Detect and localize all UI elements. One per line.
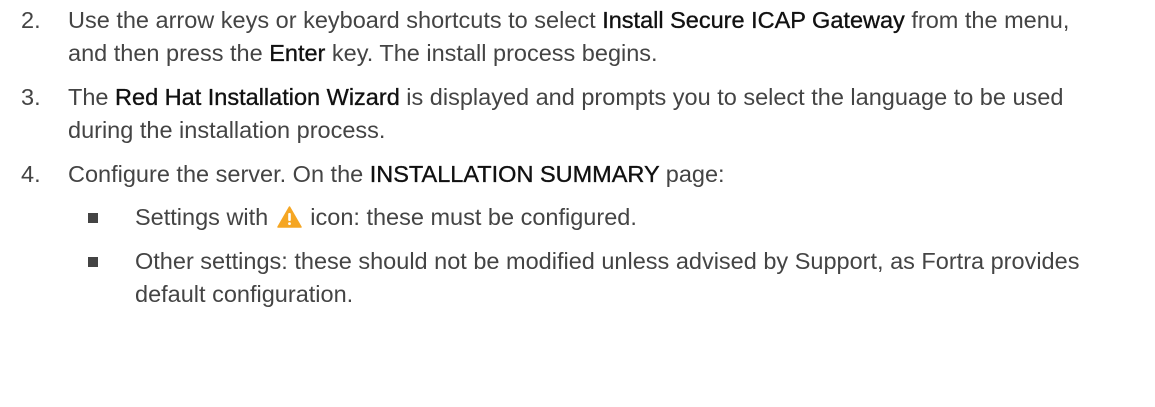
- page-name: INSTALLATION SUMMARY: [369, 161, 660, 187]
- step-number: 4.: [21, 161, 41, 187]
- bullet-item-other-settings: Other settings: these should not be modi…: [88, 245, 1115, 311]
- step-number: 3.: [21, 84, 41, 110]
- text-run: The: [68, 84, 116, 110]
- bullet-item-warning-settings: Settings with icon: these must be config…: [88, 201, 1115, 234]
- square-bullet-icon: [88, 213, 98, 223]
- step-3: 3. The Red Hat Installation Wizard is di…: [21, 81, 1108, 147]
- warning-icon: [277, 206, 302, 228]
- step-text: Use the arrow keys or keyboard shortcuts…: [68, 7, 1069, 66]
- sub-bullet-list: Settings with icon: these must be config…: [68, 201, 1108, 311]
- text-run: key. The install process begins.: [325, 40, 658, 66]
- text-run: icon: these must be configured.: [303, 204, 637, 230]
- text-run: Configure the server. On the: [68, 161, 370, 187]
- text-run: page:: [659, 161, 725, 187]
- step-number: 2.: [21, 7, 41, 33]
- text-run: Use the arrow keys or keyboard shortcuts…: [68, 7, 603, 33]
- steps-list: 2. Use the arrow keys or keyboard shortc…: [0, 4, 1155, 311]
- step-4: 4. Configure the server. On the INSTALLA…: [21, 158, 1108, 311]
- document-body: 2. Use the arrow keys or keyboard shortc…: [0, 0, 1155, 311]
- text-run: Settings with: [135, 204, 275, 230]
- wizard-name: Red Hat Installation Wizard: [115, 84, 400, 110]
- menu-option-name: Install Secure ICAP Gateway: [602, 7, 905, 33]
- key-name: Enter: [269, 40, 326, 66]
- step-2: 2. Use the arrow keys or keyboard shortc…: [21, 4, 1108, 70]
- step-text: Configure the server. On the INSTALLATIO…: [68, 161, 725, 187]
- bullet-text: Other settings: these should not be modi…: [135, 248, 1080, 307]
- bullet-text: Settings with icon: these must be config…: [135, 204, 637, 230]
- step-text: The Red Hat Installation Wizard is displ…: [68, 84, 1063, 143]
- square-bullet-icon: [88, 257, 98, 267]
